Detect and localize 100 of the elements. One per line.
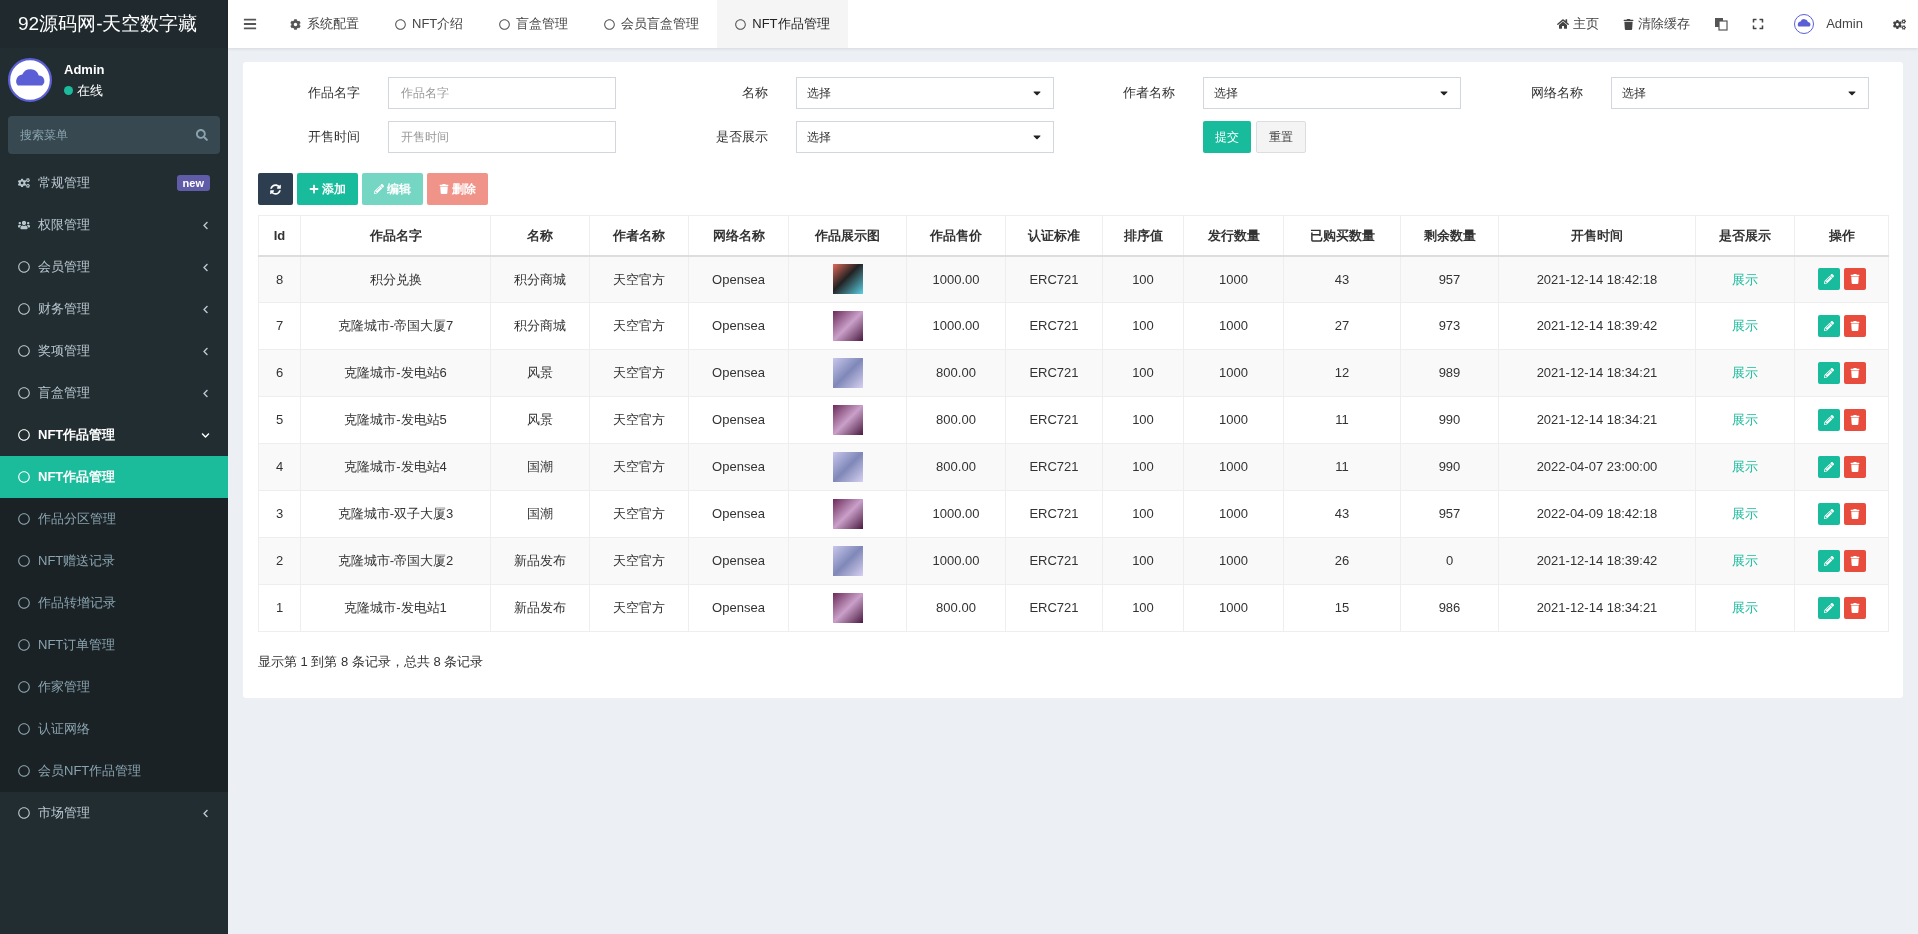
sidebar-item[interactable]: 会员管理 — [0, 246, 228, 288]
table-cell: ERC721 — [1005, 490, 1103, 538]
submenu-item[interactable]: 作家管理 — [0, 666, 228, 708]
table-cell: 100 — [1102, 443, 1184, 491]
delete-button[interactable] — [1843, 315, 1866, 337]
edit-button[interactable] — [1817, 409, 1840, 431]
avatar-icon — [1794, 14, 1815, 34]
submenu-item[interactable]: 作品转增记录 — [0, 582, 228, 624]
edit-button[interactable] — [1817, 456, 1840, 478]
pencil-icon — [1823, 321, 1834, 331]
table-cell: 100 — [1102, 255, 1184, 303]
table-cell: 国潮 — [490, 443, 590, 491]
pencil-icon — [1823, 603, 1834, 613]
translate-icon — [1714, 17, 1729, 31]
submenu-item[interactable]: 作品分区管理 — [0, 498, 228, 540]
submenu-item[interactable]: NFT订单管理 — [0, 624, 228, 666]
page-tab[interactable]: NFT介绍 — [377, 0, 482, 48]
edit-button[interactable] — [1817, 550, 1840, 572]
trash-button[interactable]: 清除缓存 — [1611, 0, 1703, 48]
column-header: 作品名字 — [300, 215, 491, 256]
user-name: Admin — [64, 60, 105, 79]
table-cell: 1000 — [1183, 584, 1284, 632]
table-cell: 2021-12-14 18:42:18 — [1498, 255, 1696, 303]
submenu-item[interactable]: NFT赠送记录 — [0, 540, 228, 582]
fullscreen-icon — [1752, 18, 1765, 30]
photo-placeholder — [832, 311, 863, 341]
table-cell: 957 — [1400, 255, 1499, 303]
edit-button[interactable] — [1817, 315, 1840, 337]
sidebar-item[interactable]: 市场管理 — [0, 792, 228, 834]
table-cell: 1000 — [1183, 490, 1284, 538]
plus-icon — [309, 184, 319, 194]
table-cell: 989 — [1400, 349, 1499, 397]
user-button[interactable]: Admin — [1776, 0, 1881, 48]
page-tab[interactable]: 盲盒管理 — [481, 0, 587, 48]
edit-button[interactable] — [1817, 268, 1840, 291]
table-cell: 克隆城市-发电站1 — [300, 584, 491, 632]
refresh-button[interactable] — [258, 173, 293, 205]
table-cell: ERC721 — [1005, 255, 1103, 303]
delete-button[interactable] — [1843, 268, 1866, 291]
delete-button[interactable] — [1843, 550, 1866, 572]
edit-button[interactable] — [1817, 362, 1840, 384]
table-cell: 2021-12-14 18:39:42 — [1498, 537, 1696, 585]
trash-icon — [439, 184, 449, 194]
sidebar-item[interactable]: 奖项管理 — [0, 330, 228, 372]
trash-icon — [1849, 603, 1860, 613]
table-cell: 2021-12-14 18:34:21 — [1498, 396, 1696, 444]
delete-button[interactable] — [1843, 456, 1866, 478]
trash-icon — [1849, 462, 1860, 472]
delete-button[interactable] — [1843, 503, 1866, 525]
sidebar-item[interactable]: 财务管理 — [0, 288, 228, 330]
table-cell: 1000.00 — [906, 255, 1006, 303]
page-tab[interactable]: 系统配置 — [272, 0, 377, 48]
table-cell: 100 — [1102, 537, 1184, 585]
text-field[interactable]: 开售时间 — [388, 121, 616, 153]
column-header: 排序值 — [1102, 215, 1184, 256]
table-cell: 800.00 — [906, 443, 1006, 491]
select-field[interactable]: 选择 — [1203, 77, 1461, 109]
table-cell: 43 — [1283, 255, 1401, 303]
select-field[interactable]: 选择 — [795, 121, 1054, 153]
column-header: 剩余数量 — [1400, 215, 1499, 256]
table-cell: 克隆城市-发电站5 — [300, 396, 491, 444]
delete-button[interactable] — [1843, 597, 1866, 619]
delete-button[interactable] — [1843, 362, 1866, 384]
delete-button[interactable] — [1843, 409, 1866, 431]
filter-label: 开售时间 — [307, 128, 361, 147]
page-tab[interactable]: NFT作品管理 — [717, 0, 848, 48]
column-header: 已购买数量 — [1283, 215, 1401, 256]
sidebar-item[interactable]: 权限管理 — [0, 204, 228, 246]
table-cell: 990 — [1400, 443, 1499, 491]
table-cell: ERC721 — [1005, 302, 1103, 350]
sidebar-item[interactable]: 盲盒管理 — [0, 372, 228, 414]
column-header: 开售时间 — [1498, 215, 1696, 256]
pencil-icon — [1823, 509, 1834, 519]
brand-title[interactable]: 92源码网-天空数字藏 — [0, 0, 228, 48]
chevron-left-icon — [201, 304, 210, 314]
reset-button[interactable]: 重置 — [1256, 121, 1306, 153]
table-cell: 15 — [1283, 584, 1401, 632]
chevron-left-icon — [201, 346, 210, 356]
page-tab[interactable]: 会员盲盒管理 — [586, 0, 718, 48]
column-header: 名称 — [490, 215, 590, 256]
pencil-icon — [1823, 368, 1834, 378]
table-cell: 6 — [258, 349, 301, 397]
photo-placeholder — [832, 499, 863, 529]
select-field[interactable]: 选择 — [795, 77, 1054, 109]
select-field[interactable]: 选择 — [1610, 77, 1869, 109]
home-button[interactable]: 主页 — [1545, 0, 1612, 48]
table-cell: 986 — [1400, 584, 1499, 632]
table-cell: ERC721 — [1005, 349, 1103, 397]
edit-button[interactable] — [1817, 597, 1840, 619]
search-field[interactable]: 搜索菜单 — [8, 116, 220, 154]
submenu-item[interactable]: 会员NFT作品管理 — [0, 750, 228, 792]
table-cell: ERC721 — [1005, 396, 1103, 444]
text-field[interactable]: 作品名字 — [388, 77, 616, 109]
table-cell: 天空官方 — [589, 255, 689, 303]
table-cell: 1000.00 — [906, 490, 1006, 538]
edit-button[interactable] — [1817, 503, 1840, 525]
submenu-item[interactable]: 认证网络 — [0, 708, 228, 750]
table-cell: 11 — [1283, 396, 1401, 444]
table-cell: 2022-04-09 18:42:18 — [1498, 490, 1696, 538]
sidebar-item[interactable]: 常规管理 new — [0, 162, 228, 204]
